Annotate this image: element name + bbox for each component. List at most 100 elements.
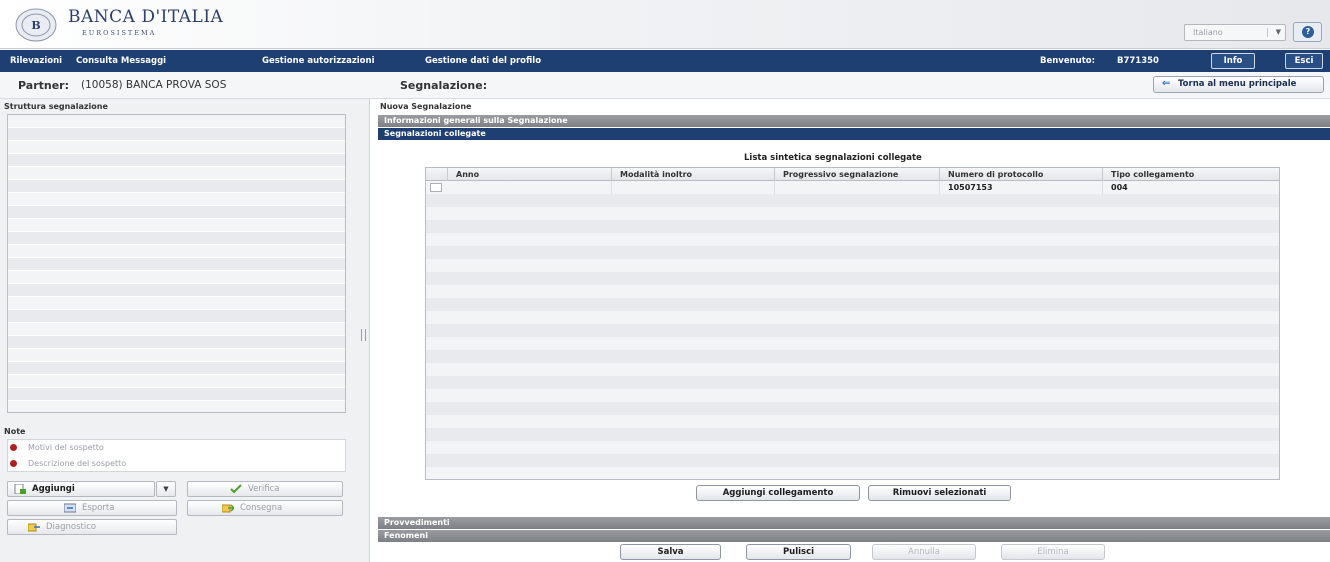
- tree-row: [8, 284, 345, 297]
- checkmark-icon: [230, 484, 242, 494]
- tree-row: [8, 336, 345, 349]
- delete-button[interactable]: Elimina: [1001, 544, 1105, 560]
- column-header-modalita[interactable]: Modalità inoltro: [612, 168, 775, 181]
- cell-protocollo: 10507153: [940, 181, 1103, 194]
- column-header-protocollo[interactable]: Numero di protocollo: [940, 168, 1103, 181]
- nav-rilevazioni[interactable]: Rilevazioni: [10, 50, 62, 72]
- table-row-empty: [426, 324, 1279, 337]
- partner-bar: Partner: (10058) BANCA PROVA SOS Segnala…: [0, 72, 1330, 99]
- verify-button-label: Verifica: [248, 484, 280, 494]
- nav-consulta-messaggi[interactable]: Consulta Messaggi: [76, 50, 166, 72]
- export-button[interactable]: Esporta: [7, 500, 177, 516]
- deliver-button-label: Consegna: [240, 503, 283, 513]
- help-icon: ?: [1302, 26, 1314, 38]
- tree-row: [8, 232, 345, 245]
- add-link-button[interactable]: Aggiungi collegamento: [696, 485, 860, 501]
- nav-gestione-autorizzazioni[interactable]: Gestione autorizzazioni: [262, 50, 374, 72]
- table-row[interactable]: 10507153 004: [426, 181, 1279, 194]
- note-item-motivi[interactable]: Motivi del sospetto: [8, 440, 345, 456]
- cell-modalita: [612, 181, 775, 194]
- deliver-arrow-icon: [222, 504, 234, 513]
- exit-button[interactable]: Esci: [1285, 53, 1323, 69]
- tree-row: [8, 206, 345, 219]
- section-general-info[interactable]: Informazioni generali sulla Segnalazione: [378, 115, 1330, 127]
- back-to-menu-label: Torna al menu principale: [1178, 79, 1297, 89]
- table-row-empty: [426, 376, 1279, 389]
- diagnostic-icon: [28, 523, 40, 532]
- partner-value: (10058) BANCA PROVA SOS: [81, 79, 227, 91]
- partner-label: Partner:: [18, 79, 69, 92]
- section-fenomeni[interactable]: Fenomeni: [378, 530, 1330, 542]
- tree-row: [8, 219, 345, 232]
- select-column-header: [426, 168, 448, 181]
- tree-row: [8, 362, 345, 375]
- status-dot-icon: [10, 460, 17, 467]
- table-row-empty: [426, 220, 1279, 233]
- welcome-label: Benvenuto:: [1040, 56, 1096, 66]
- diagnostic-button-label: Diagnostico: [46, 522, 97, 532]
- column-header-tipo[interactable]: Tipo collegamento: [1103, 168, 1279, 181]
- page-title: Nuova Segnalazione: [380, 102, 472, 111]
- table-row-empty: [426, 415, 1279, 428]
- export-icon: [64, 503, 76, 513]
- table-row-empty: [426, 467, 1279, 479]
- column-header-progressivo[interactable]: Progressivo segnalazione: [775, 168, 940, 181]
- table-row-empty: [426, 285, 1279, 298]
- panel-splitter-handle[interactable]: [361, 329, 366, 341]
- notes-list: Motivi del sospetto Descrizione del sosp…: [7, 439, 346, 472]
- nav-gestione-dati-profilo[interactable]: Gestione dati del profilo: [425, 50, 541, 72]
- note-item-descrizione[interactable]: Descrizione del sospetto: [8, 456, 345, 472]
- help-button[interactable]: ?: [1293, 22, 1322, 42]
- table-row-empty: [426, 194, 1279, 207]
- add-dropdown-toggle[interactable]: ▼: [156, 481, 176, 497]
- note-label: Descrizione del sospetto: [28, 459, 127, 468]
- structure-title: Struttura segnalazione: [4, 102, 108, 111]
- structure-panel: Struttura segnalazione Note Motivi del s…: [0, 99, 370, 562]
- clear-button[interactable]: Pulisci: [746, 544, 851, 560]
- tree-row: [8, 297, 345, 310]
- info-button[interactable]: Info: [1211, 53, 1255, 69]
- verify-button[interactable]: Verifica: [187, 481, 343, 497]
- add-document-icon: [14, 484, 26, 494]
- cancel-button[interactable]: Annulla: [872, 544, 976, 560]
- logo-subtitle: EUROSISTEMA: [82, 29, 157, 37]
- back-to-menu-button[interactable]: ⇐ Torna al menu principale: [1153, 76, 1324, 93]
- tree-row: [8, 154, 345, 167]
- cell-progressivo: [775, 181, 940, 194]
- cell-tipo: 004: [1111, 183, 1128, 192]
- table-row-empty: [426, 233, 1279, 246]
- user-code: B771350: [1117, 56, 1159, 66]
- table-body: 10507153 004: [426, 181, 1279, 479]
- table-row-empty: [426, 402, 1279, 415]
- save-button[interactable]: Salva: [620, 544, 721, 560]
- table-row-empty: [426, 454, 1279, 467]
- report-editor: Nuova Segnalazione Informazioni generali…: [378, 99, 1330, 562]
- linked-list-title: Lista sintetica segnalazioni collegate: [744, 153, 922, 163]
- table-row-empty: [426, 246, 1279, 259]
- tree-row: [8, 245, 345, 258]
- table-row-empty: [426, 272, 1279, 285]
- svg-text:B: B: [31, 19, 40, 32]
- diagnostic-button[interactable]: Diagnostico: [7, 519, 177, 535]
- language-select[interactable]: Italiano ▼: [1184, 24, 1286, 41]
- table-row-empty: [426, 363, 1279, 376]
- section-linked-reports[interactable]: Segnalazioni collegate: [378, 128, 1330, 140]
- table-row-empty: [426, 311, 1279, 324]
- remove-selected-button[interactable]: Rimuovi selezionati: [868, 485, 1011, 501]
- row-select-checkbox[interactable]: [430, 183, 442, 192]
- column-header-anno[interactable]: Anno: [448, 168, 612, 181]
- tree-row: [8, 258, 345, 271]
- table-row-empty: [426, 428, 1279, 441]
- export-button-label: Esporta: [82, 503, 115, 513]
- tree-row: [8, 388, 345, 401]
- tree-row: [8, 401, 345, 412]
- deliver-button[interactable]: Consegna: [187, 500, 343, 516]
- tree-row: [8, 271, 345, 284]
- chevron-down-icon: ▼: [1267, 28, 1281, 37]
- table-row-empty: [426, 337, 1279, 350]
- tree-row: [8, 310, 345, 323]
- section-provvedimenti[interactable]: Provvedimenti: [378, 517, 1330, 529]
- structure-tree[interactable]: [7, 114, 346, 413]
- add-button[interactable]: Aggiungi: [7, 481, 155, 497]
- table-row-empty: [426, 207, 1279, 220]
